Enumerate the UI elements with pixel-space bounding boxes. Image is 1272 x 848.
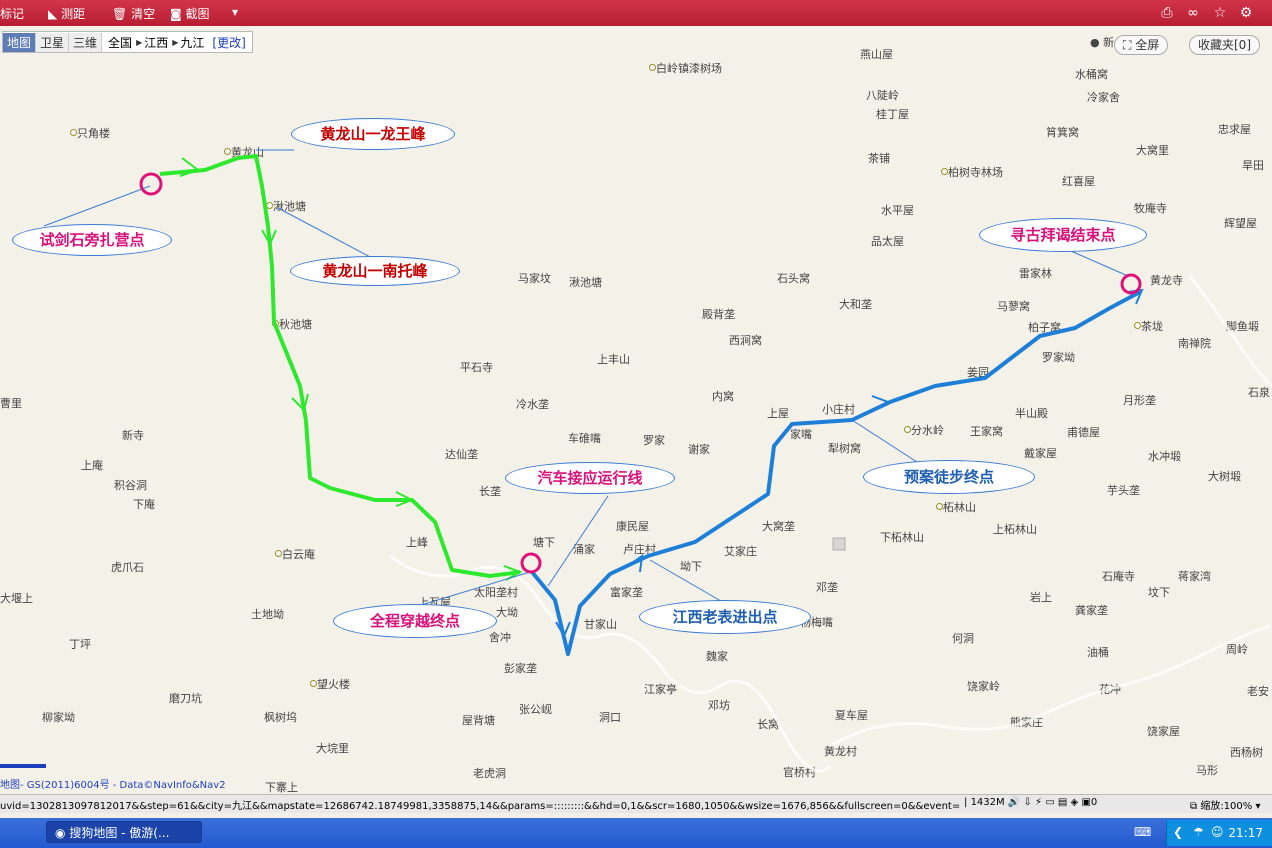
scale-bar [0,764,46,768]
windows-taskbar: ◉ 搜狗地图 - 傲游(... ⌨ ❮ ☂ ☺ 21:17 [0,818,1272,848]
map-pin-icon [832,537,846,551]
route-overlay [43,149,1272,773]
browser-status-bar: uvid=1302813097812017&&step=61&&city=九江&… [0,794,1272,813]
printer-icon[interactable]: ⎙ [1158,4,1176,22]
zoom-icon: ⧉ [1190,801,1198,812]
camp-marker [139,172,163,196]
breadcrumb-province[interactable]: 江西 [144,34,168,51]
change-city-link[interactable]: [更改] [212,34,245,51]
tab-3d[interactable]: 三维 [69,32,103,52]
screenshot-button[interactable]: ◙ 截图 [170,5,210,22]
leader-line [851,419,921,465]
annotation-planned-end: 预案徒步终点 [863,460,1035,494]
gear-icon[interactable]: ⚙ [1237,4,1255,22]
speaker-icon: 🔊 [1007,797,1021,808]
browser-icon: ◉ [55,826,66,840]
road-line [389,554,832,773]
counter-icon: ▣ [1081,797,1091,808]
clear-button[interactable]: 🗑 清空 [112,5,155,22]
copyright-text: 地图- GS(2011)6004号 - Data©NavInfo&Nav2 [0,780,226,791]
annotation-car-line: 汽车接应运行线 [505,462,675,494]
network-icon[interactable]: ☂ [1193,825,1204,839]
breadcrumb-city[interactable]: 九江 [180,34,204,51]
annotation-crossing-end: 全程穿越终点 [333,604,497,638]
xungu-end-marker [1120,273,1142,295]
zoom-control[interactable]: ⧉ 缩放:100% ▾ [1190,797,1261,812]
trash-icon: 🗑 [112,7,128,21]
tab-satellite[interactable]: 卫星 [36,32,70,52]
chevron-right-icon: ▶ [172,37,179,47]
star-icon[interactable]: ☆ [1211,4,1229,22]
place-label-new: ● 新 [1090,36,1115,49]
annotation-xungu-end: 寻古拜谒结束点 [979,218,1147,252]
tray-chevron-icon[interactable]: ❮ [1173,825,1183,839]
lightning-icon: ⚡ [1035,797,1043,808]
chevron-down-icon[interactable]: ▾ [232,5,238,19]
road-line [829,624,1271,748]
leader-line [547,495,609,587]
status-url: uvid=1302813097812017&&step=61&&city=九江&… [0,801,960,812]
crossing-end-marker [520,552,542,574]
fullscreen-icon: ⛶ [1123,38,1132,52]
folder-icon: ▤ [1057,797,1068,808]
leader-line [277,207,373,259]
leader-line [417,571,531,607]
layers-icon: ◈ [1070,797,1079,808]
download-icon: ⇩ [1023,797,1032,808]
breadcrumb-country[interactable]: 全国 [108,34,132,51]
green-route-line [159,154,521,578]
road-line [1188,275,1272,388]
measure-button[interactable]: ◣ 测距 [48,5,85,22]
leader-line [43,185,151,227]
annotation-nantuofeng: 黄龙山一南托峰 [290,256,460,286]
fullscreen-button[interactable]: ⛶ 全屏 [1114,35,1169,55]
ruler-icon: ◣ [48,7,58,21]
chevron-right-icon: ▶ [136,37,143,47]
memory-usage: | 1432M 🔊 ⇩ ⚡ ▭ ▤ ◈ ▣0 [964,797,1098,808]
camera-icon: ◙ [170,7,182,21]
mark-button[interactable]: 标记 [0,5,24,22]
leader-line [1063,247,1129,277]
map-toolbar: 标记 ◣ 测距 🗑 清空 ◙ 截图 ▾ ⎙ ∞ ☆ ⚙ [0,0,1272,26]
keyboard-icon[interactable]: ⌨ [1134,825,1151,839]
favorites-button[interactable]: 收藏夹[0] [1189,35,1260,55]
leader-line [649,559,727,605]
map-canvas[interactable]: 燕山屋 白岭镇漆树场 水桶窝 只角楼 八陡岭 桂丁屋 冷家舍 忠求屋 筲箕窝 大窝里 黄龙山 茶铺 柏树… [0,26,1272,794]
annotation-longwangfeng: 黄龙山一龙王峰 [291,118,455,150]
user-icon[interactable]: ☺ [1211,825,1224,839]
window-icon: ▭ [1045,797,1055,808]
annotation-camp: 试剑石旁扎营点 [12,224,172,256]
system-tray: ❮ ☂ ☺ 21:17 [1166,820,1272,846]
link-icon[interactable]: ∞ [1184,4,1202,22]
taskbar-app-button[interactable]: ◉ 搜狗地图 - 傲游(... [46,821,202,843]
tab-map[interactable]: 地图 [3,32,37,52]
map-view-switcher: 地图 卫星 三维 全国 ▶ 江西 ▶ 九江 [更改] [2,31,253,53]
clock: 21:17 [1228,826,1263,840]
annotation-jiangxi-point: 江西老表进出点 [639,600,811,634]
